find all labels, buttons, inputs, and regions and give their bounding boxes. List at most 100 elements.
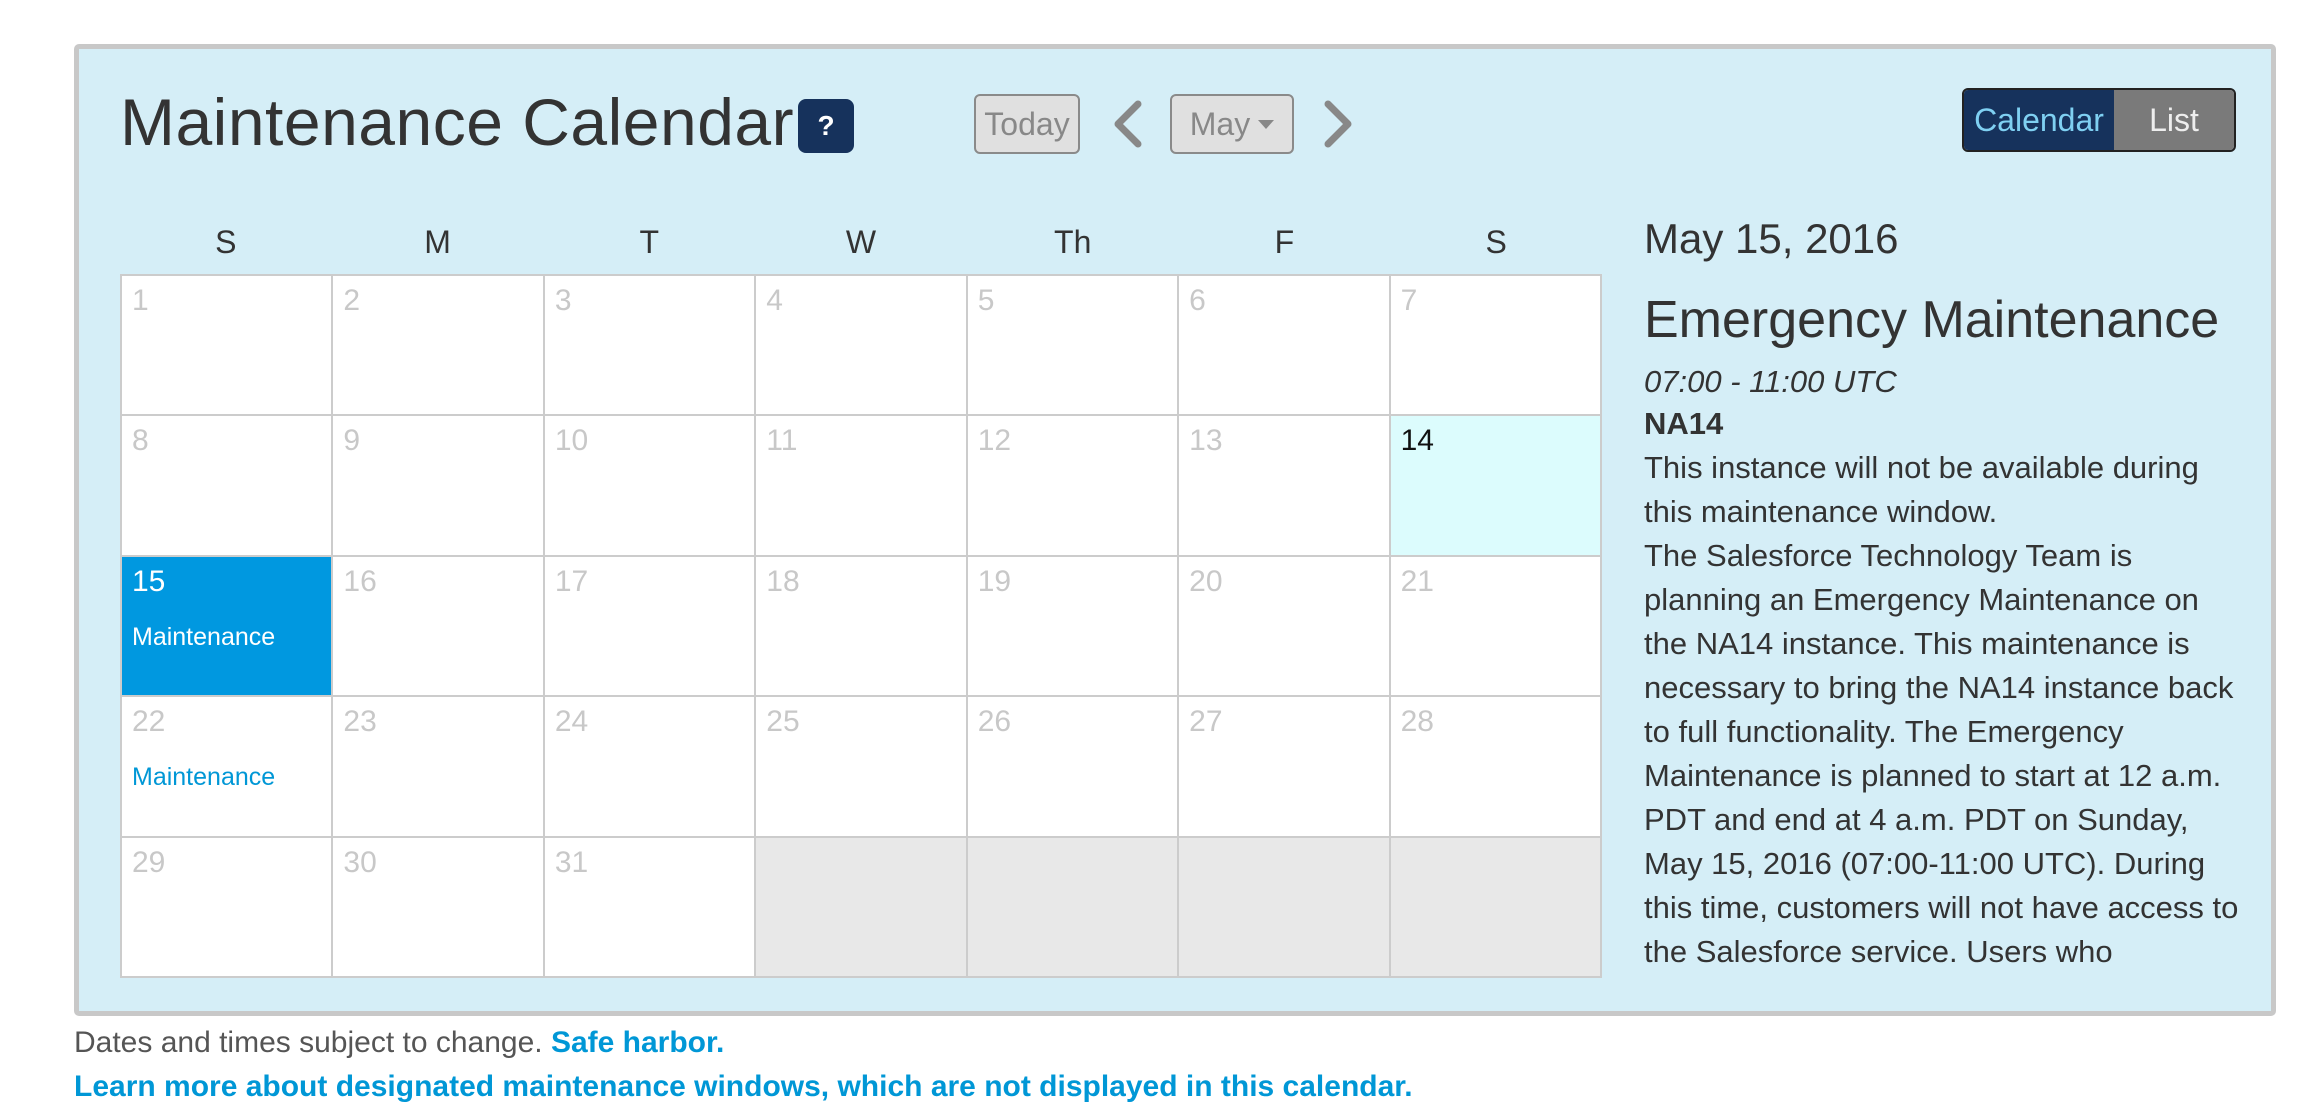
chevron-left-icon[interactable] — [1108, 98, 1148, 150]
calendar-day-24[interactable]: 24 — [544, 697, 757, 838]
day-number: 1 — [132, 284, 149, 317]
day-number: 8 — [132, 424, 149, 458]
calendar-day-10[interactable]: 10 — [544, 416, 757, 557]
day-number: 17 — [554, 564, 589, 598]
day-number: 23 — [343, 705, 377, 739]
calendar-day-9[interactable]: 9 — [333, 416, 545, 557]
calendar-day-5[interactable]: 5 — [967, 276, 1180, 417]
maintenance-event-link[interactable]: Maintenance — [132, 763, 275, 792]
calendar-day-28[interactable]: 28 — [1390, 697, 1602, 838]
page-title: Maintenance Calendar — [120, 85, 795, 159]
event-detail-panel: May 15, 2016 Emergency Maintenance 07:00… — [1644, 212, 2244, 980]
detail-date: May 15, 2016 — [1644, 215, 1899, 262]
dow-label: Th — [1054, 224, 1092, 260]
day-number: 13 — [1189, 424, 1223, 458]
day-of-week-header: S M T W Th F S — [120, 216, 1602, 268]
calendar-day-empty — [1179, 837, 1391, 978]
day-number: 24 — [554, 705, 589, 739]
day-number: 2 — [343, 284, 361, 317]
event-title: Emergency Maintenance — [1644, 291, 2220, 349]
day-number: 9 — [343, 424, 361, 458]
day-number: 21 — [1400, 564, 1434, 598]
day-number: 31 — [554, 845, 589, 879]
calendar-day-11[interactable]: 11 — [756, 416, 968, 557]
day-number: 26 — [977, 705, 1012, 739]
calendar-day-15[interactable]: 15 Maintenance — [122, 556, 334, 698]
day-number: 4 — [766, 284, 783, 317]
day-number: 29 — [132, 845, 166, 879]
day-number: 30 — [343, 845, 377, 879]
event-description: The Salesforce Technology Team is planni… — [1644, 538, 2239, 969]
maintenance-windows-link[interactable]: Learn more about designated maintenance … — [74, 1070, 1413, 1104]
today-button[interactable]: Today — [974, 94, 1080, 154]
month-dropdown[interactable]: May — [1170, 94, 1294, 154]
safe-harbor-link[interactable]: Safe harbor. — [551, 1026, 724, 1059]
day-number: 27 — [1189, 705, 1223, 739]
calendar-grid: 1 2 3 4 5 6 7 8 9 10 11 12 13 14 15 Maintenance 16 17 18 19… — [120, 274, 1602, 978]
day-number: 3 — [554, 284, 572, 317]
calendar-day-1[interactable]: 1 — [122, 276, 334, 417]
calendar-day-12[interactable]: 12 — [967, 416, 1180, 557]
calendar-day-empty — [967, 837, 1180, 978]
calendar-day-23[interactable]: 23 — [333, 697, 545, 838]
maintenance-event-link[interactable]: Maintenance — [132, 623, 275, 652]
day-number: 10 — [554, 424, 589, 458]
calendar-day-6[interactable]: 6 — [1179, 276, 1391, 417]
day-number: 5 — [977, 284, 995, 317]
month-label: May — [1189, 105, 1251, 142]
day-number: 19 — [977, 564, 1012, 598]
calendar-day-13[interactable]: 13 — [1179, 416, 1391, 557]
question-icon: ? — [817, 110, 835, 141]
day-number: 22 — [132, 705, 166, 739]
calendar-day-3[interactable]: 3 — [544, 276, 757, 417]
calendar-day-31[interactable]: 31 — [544, 837, 757, 978]
calendar-day-7[interactable]: 7 — [1390, 276, 1602, 417]
dow-label: T — [639, 224, 660, 260]
calendar-day-4[interactable]: 4 — [756, 276, 968, 417]
calendar-day-29[interactable]: 29 — [122, 837, 334, 978]
calendar-day-22[interactable]: 22 Maintenance — [122, 697, 334, 838]
calendar-day-empty — [1390, 837, 1602, 978]
dow-label: M — [424, 224, 451, 260]
event-instance: NA14 — [1644, 406, 1724, 441]
view-toggle: Calendar List — [1962, 88, 2236, 152]
calendar-day-17[interactable]: 17 — [544, 556, 757, 698]
disclaimer-text: Dates and times subject to change. — [74, 1026, 543, 1059]
day-number: 20 — [1189, 564, 1223, 598]
calendar-day-26[interactable]: 26 — [967, 697, 1180, 838]
day-number: 15 — [132, 564, 166, 598]
calendar-view-button[interactable]: Calendar — [1964, 90, 2114, 150]
calendar-day-20[interactable]: 20 — [1179, 556, 1391, 698]
calendar-day-19[interactable]: 19 — [967, 556, 1180, 698]
day-number: 16 — [343, 564, 377, 598]
calendar-day-30[interactable]: 30 — [333, 837, 545, 978]
calendar-day-25[interactable]: 25 — [756, 697, 968, 838]
calendar-day-2[interactable]: 2 — [333, 276, 545, 417]
event-availability: This instance will not be available duri… — [1644, 450, 2199, 529]
day-number: 7 — [1400, 284, 1418, 317]
calendar-day-14[interactable]: 14 — [1390, 416, 1602, 557]
caret-down-icon — [1258, 119, 1275, 129]
day-number: 28 — [1400, 705, 1434, 739]
dow-label: S — [1485, 224, 1507, 260]
day-number: 14 — [1400, 424, 1434, 458]
event-time: 07:00 - 11:00 UTC — [1644, 364, 1897, 399]
calendar-day-27[interactable]: 27 — [1179, 697, 1391, 838]
day-number: 6 — [1189, 284, 1206, 317]
dow-label: S — [215, 224, 237, 260]
day-number: 18 — [766, 564, 800, 598]
dow-label: W — [845, 224, 877, 260]
list-view-button[interactable]: List — [2114, 90, 2234, 150]
calendar-day-18[interactable]: 18 — [756, 556, 968, 698]
help-button[interactable]: ? — [798, 99, 854, 153]
day-number: 25 — [766, 705, 800, 739]
calendar-day-16[interactable]: 16 — [333, 556, 545, 698]
day-number: 11 — [766, 424, 798, 458]
day-number: 12 — [977, 424, 1012, 458]
calendar-day-8[interactable]: 8 — [122, 416, 334, 557]
dow-label: F — [1274, 224, 1295, 260]
chevron-right-icon[interactable] — [1318, 98, 1358, 150]
footer-disclaimer: Dates and times subject to change. Safe … — [74, 1026, 724, 1060]
calendar-day-21[interactable]: 21 — [1390, 556, 1602, 698]
calendar-day-empty — [756, 837, 968, 978]
